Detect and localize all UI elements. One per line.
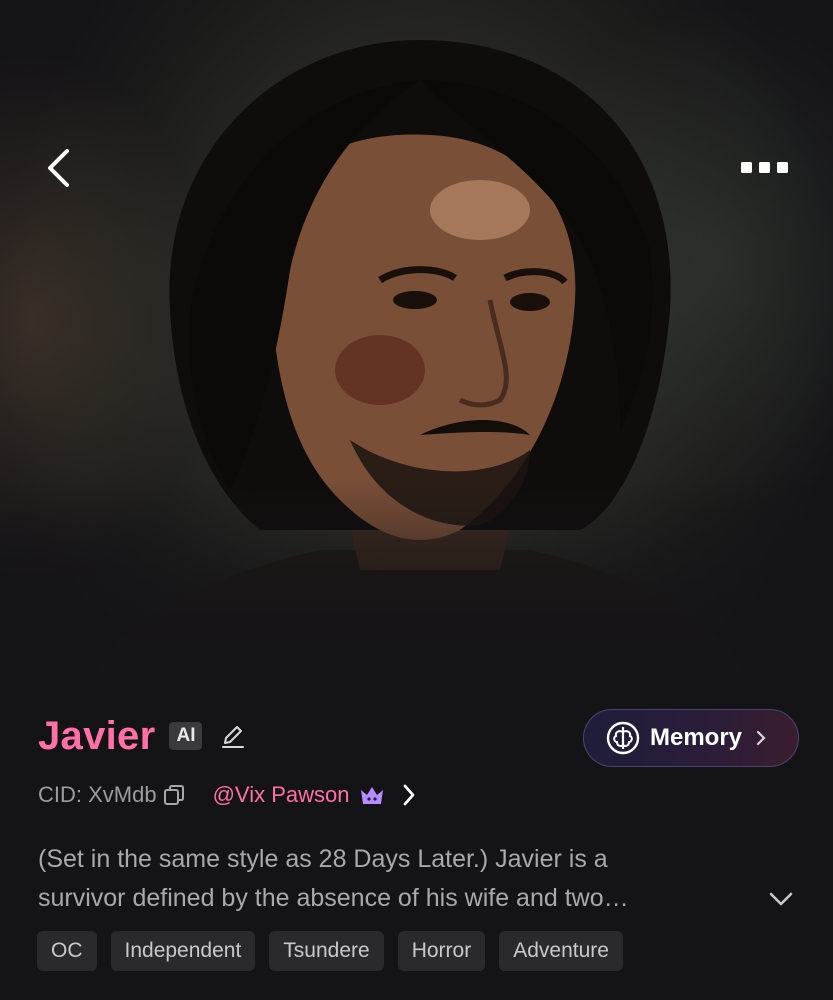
back-button[interactable] [34,142,82,194]
chevron-right-icon [756,730,766,746]
brain-icon [606,721,640,755]
chevron-left-icon [48,149,69,187]
tag-list: OC Independent Tsundere Horror Adventure [37,931,637,971]
tag-chip[interactable]: OC [37,931,97,971]
copy-icon[interactable] [163,784,185,806]
tag-chip[interactable]: Adventure [499,931,623,971]
portrait-fade [0,480,833,700]
character-meta-row: CID: XvMdb @Vix Pawson [38,778,417,812]
character-title-row: Javier AI [38,712,246,760]
ai-badge: AI [169,722,203,750]
character-description: (Set in the same style as 28 Days Later.… [38,840,718,918]
creator-handle[interactable]: @Vix Pawson [213,782,350,808]
more-options-button[interactable] [730,148,800,188]
character-id: CID: XvMdb [38,782,157,807]
memory-label: Memory [650,724,743,751]
crown-icon [361,787,384,804]
pencil-icon[interactable] [220,723,246,749]
description-line-2: survivor defined by the absence of his w… [38,884,629,912]
memory-button[interactable]: Memory [583,709,799,767]
description-line-1: (Set in the same style as 28 Days Later.… [38,845,608,873]
tag-chip[interactable]: Tsundere [269,931,384,971]
chevron-right-icon[interactable] [401,783,417,807]
chevron-down-icon[interactable] [766,884,796,914]
character-name: Javier [38,714,156,758]
tag-chip[interactable]: Independent [110,931,256,971]
tag-chip[interactable]: Horror [397,931,486,971]
more-icon [741,162,788,173]
character-portrait [0,0,833,700]
